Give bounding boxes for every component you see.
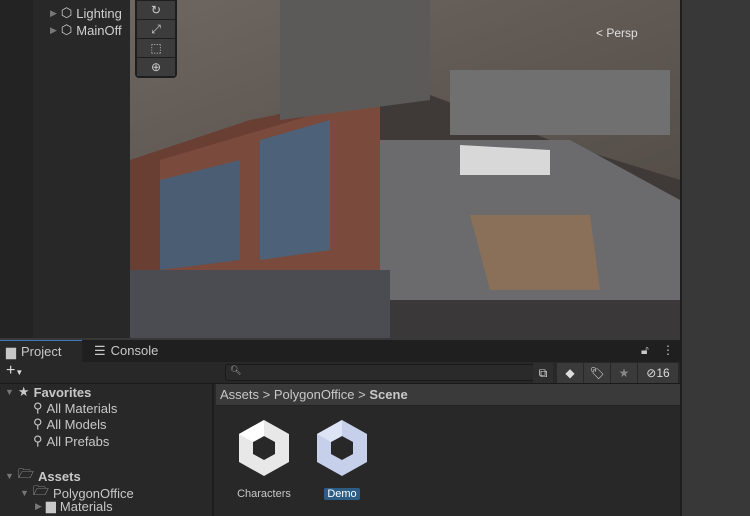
- scene-render: [130, 0, 680, 338]
- asset-demo[interactable]: Demo: [307, 418, 377, 500]
- hierarchy-gutter: [0, 0, 33, 338]
- breadcrumb-polygonoffice[interactable]: PolygonOffice: [274, 387, 355, 402]
- project-panel: ▆ Project ☰ Console 🔓︎ ⋮ +▼ 🔍︎ ⧉ ◆ 🏷︎ ★ ⊘1…: [0, 340, 680, 516]
- camera-projection-label[interactable]: < Persp: [596, 26, 638, 40]
- search-icon: ⚲: [33, 400, 43, 415]
- chevron-down-icon: ▼: [15, 368, 24, 377]
- folder-materials[interactable]: ▶ ▆ Materials: [35, 498, 113, 514]
- tab-console[interactable]: ☰ Console: [88, 340, 178, 362]
- favorites-star-icon[interactable]: ★: [611, 363, 637, 383]
- hierarchy-item-lighting[interactable]: ▶ ⬡ Lighting: [50, 5, 122, 21]
- gameobject-cube-icon: ⬡: [60, 22, 73, 37]
- favorites-header[interactable]: ▼ ★ Favorites: [5, 384, 91, 400]
- expand-arrow-icon[interactable]: ▼: [5, 471, 14, 481]
- expand-arrow-icon[interactable]: ▼: [20, 488, 29, 498]
- search-input[interactable]: 🔍︎: [225, 364, 537, 381]
- folder-icon: ▆: [45, 498, 56, 513]
- asset-characters[interactable]: Characters: [229, 418, 299, 500]
- filter-by-label-icon[interactable]: 🏷︎: [584, 363, 610, 383]
- more-options-icon[interactable]: ⋮: [662, 343, 674, 357]
- folder-icon: ▆: [6, 343, 16, 359]
- inspector-panel: [680, 0, 750, 516]
- unity-scene-icon: [239, 420, 289, 476]
- tab-bar: ▆ Project ☰ Console 🔓︎ ⋮: [0, 340, 680, 362]
- breadcrumb-assets[interactable]: Assets: [220, 387, 259, 402]
- favorite-item[interactable]: ⚲ All Models: [33, 416, 107, 432]
- rotate-tool-icon[interactable]: ↻: [137, 1, 175, 19]
- lock-icon[interactable]: 🔓︎: [641, 343, 649, 358]
- search-icon: ⚲: [33, 433, 43, 448]
- expand-arrow-icon[interactable]: ▶: [50, 25, 57, 36]
- scene-view[interactable]: [130, 0, 680, 338]
- favorite-item[interactable]: ⚲ All Prefabs: [33, 433, 109, 449]
- transform-tool-icon[interactable]: ⊕: [137, 58, 175, 76]
- hierarchy-panel: ▶ ⬡ Lighting ▶ ⬡ MainOff: [0, 0, 130, 338]
- search-scope-icon[interactable]: ⧉: [533, 363, 553, 383]
- project-folder-tree: ▼ ★ Favorites ⚲ All Materials ⚲ All Models ⚲…: [0, 384, 214, 516]
- expand-arrow-icon[interactable]: ▶: [50, 8, 57, 19]
- gameobject-cube-icon: ⬡: [60, 5, 73, 20]
- search-icon: 🔍︎: [230, 365, 242, 375]
- scene-tools: ↻ ⤢ ⬚ ⊕: [135, 0, 177, 78]
- filter-by-type-icon[interactable]: ◆: [557, 363, 583, 383]
- breadcrumb: Assets > PolygonOffice > Scene: [216, 384, 680, 406]
- hidden-packages-toggle[interactable]: ⊘16: [638, 363, 678, 383]
- add-button[interactable]: +▼: [6, 362, 23, 380]
- project-toolbar: +▼ 🔍︎ ⧉ ◆ 🏷︎ ★ ⊘16: [0, 362, 680, 384]
- expand-arrow-icon[interactable]: ▶: [35, 501, 42, 512]
- breadcrumb-scene[interactable]: Scene: [369, 387, 407, 402]
- search-icon: ⚲: [33, 416, 43, 431]
- eye-slash-icon: ⊘: [646, 366, 657, 380]
- expand-arrow-icon[interactable]: ▼: [5, 387, 14, 397]
- rect-tool-icon[interactable]: ⬚: [137, 39, 175, 57]
- scale-tool-icon[interactable]: ⤢: [137, 20, 175, 38]
- tab-project[interactable]: ▆ Project: [0, 340, 82, 362]
- hierarchy-item-mainoff[interactable]: ▶ ⬡ MainOff: [50, 22, 122, 38]
- star-icon: ★: [17, 384, 30, 399]
- favorite-item[interactable]: ⚲ All Materials: [33, 400, 117, 416]
- console-icon: ☰: [94, 343, 106, 358]
- unity-scene-icon: [317, 420, 367, 476]
